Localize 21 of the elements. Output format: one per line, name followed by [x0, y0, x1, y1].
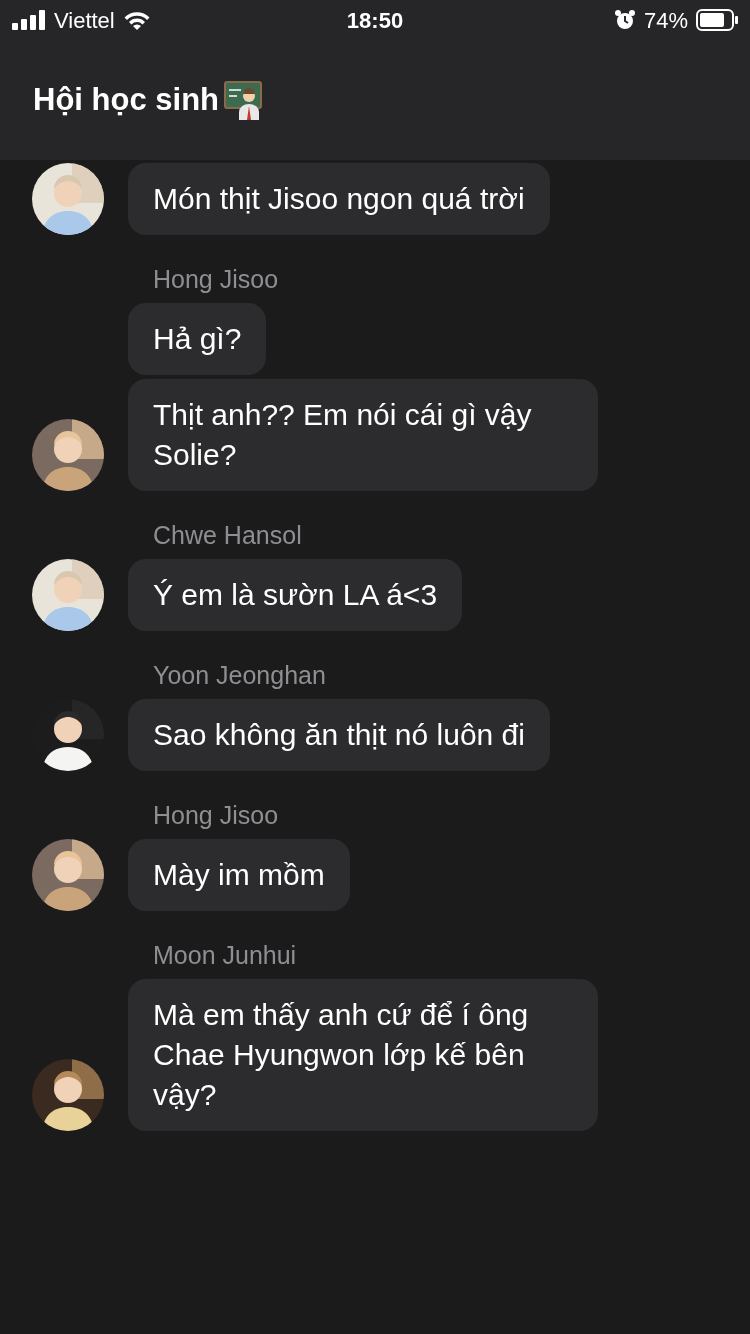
- message-bubble: Mày im mồm: [128, 839, 350, 911]
- message-bubble: Ý em là sườn LA á<3: [128, 559, 463, 631]
- battery-icon: [696, 9, 738, 31]
- battery-percent: 74%: [643, 6, 688, 35]
- sender-name: Hong Jisoo: [153, 800, 280, 831]
- message-bubble: Hả gì?: [128, 303, 267, 375]
- sender-name: Hong Jisoo: [153, 264, 280, 295]
- sender-name: Chwe Hansol: [153, 520, 303, 551]
- message-bubble: Mà em thấy anh cứ để í ông Chae Hyungwon lớp kế bên vậy?: [128, 979, 598, 1131]
- message-bubble: Sao không ăn thịt nó luôn đi: [128, 699, 550, 771]
- wifi-icon: [122, 10, 151, 30]
- carrier-name: Viettel: [54, 6, 115, 35]
- message-bubble: Thịt anh?? Em nói cái gì vậy Solie?: [128, 379, 598, 491]
- clock-time: 18:50: [346, 6, 404, 35]
- alarm-icon: [613, 9, 636, 31]
- message-bubble: Món thịt Jisoo ngon quá trời: [128, 163, 550, 235]
- sender-name: Moon Junhui: [153, 940, 298, 971]
- chat-title: Hội học sinh: [33, 80, 219, 119]
- teacher-icon: [223, 80, 263, 120]
- signal-icon: [12, 10, 46, 30]
- sender-name: Yoon Jeonghan: [153, 660, 327, 691]
